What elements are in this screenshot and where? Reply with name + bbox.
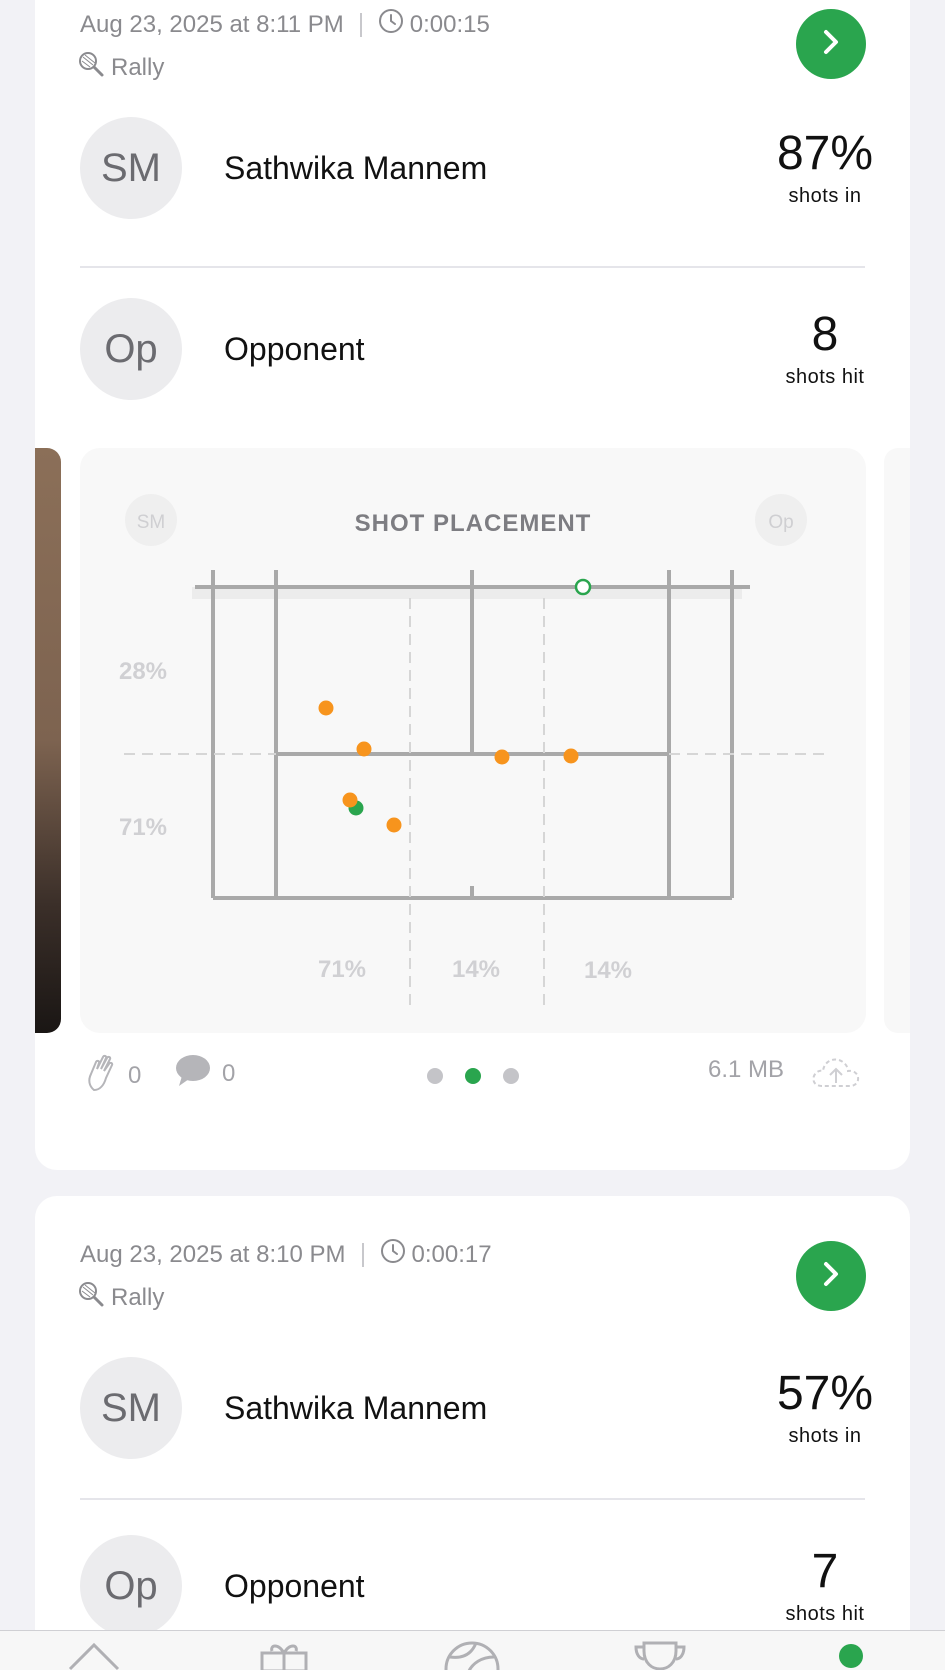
session-meta: Aug 23, 2025 at 8:10 PM 0:00:17 [80,1238,492,1271]
session-meta: Aug 23, 2025 at 8:11 PM 0:00:15 [80,8,490,41]
player-name: Sathwika Mannem [224,149,488,186]
comment-icon [174,1052,212,1095]
stat-label: shots in [788,184,862,207]
opponent-row[interactable]: Op Opponent 8 shots hit [80,297,865,401]
session-type: Rally [77,1280,164,1315]
session-type-label: Rally [111,1283,165,1311]
clap-count: 0 [128,1061,142,1089]
carousel-pager[interactable] [427,1068,519,1084]
pager-dot-active[interactable] [465,1068,481,1084]
clock-icon [380,1238,406,1271]
shot-marker [563,748,579,764]
serve-marker [574,578,592,596]
shot-marker [318,700,334,716]
open-session-button[interactable] [796,1241,866,1311]
next-slide-peek[interactable] [884,448,910,1033]
stat-value: 7 [811,1545,839,1599]
chevron-right-icon [816,1259,846,1294]
avatar: Op [80,1535,182,1637]
ball-icon[interactable] [442,1639,502,1670]
session-type-label: Rally [111,53,165,81]
shot-marker [494,749,510,765]
opponent-stat: 7 shots hit [765,1545,885,1626]
divider [80,1498,865,1500]
stat-value: 8 [811,308,839,362]
stat-label: shots hit [785,1602,865,1625]
placement-title: SHOT PLACEMENT [355,510,592,537]
lane-middle-pct: 14% [452,956,500,983]
comment-button[interactable]: 0 [174,1052,235,1095]
racket-icon [77,50,111,85]
depth-deep-pct: 28% [119,658,167,685]
opponent-badge-label: Op [768,512,793,533]
player-name: Sathwika Mannem [224,1389,488,1426]
opponent-row[interactable]: Op Opponent 7 shots hit [80,1534,865,1638]
player-stat: 57% shots in [765,1367,885,1448]
zone-dividers [124,598,825,1008]
clock-icon [378,8,404,41]
comment-count: 0 [222,1059,236,1087]
lane-right-pct: 14% [584,957,632,984]
trophy-icon[interactable] [632,1639,688,1670]
session-date: Aug 23, 2025 at 8:10 PM [80,1240,346,1268]
shot-markers [318,578,592,833]
shot-placement-panel[interactable]: SM Op SHOT PLACEMENT 28% 71% 71% 14% 14% [80,448,866,1033]
stat-label: shots in [788,1424,862,1447]
stat-value: 87% [776,127,874,181]
session-feed: Aug 23, 2025 at 8:11 PM 0:00:15 Rally SM… [0,0,945,1670]
meta-separator [361,1242,364,1267]
stat-label: shots hit [785,365,865,388]
clap-button[interactable]: 0 [86,1052,141,1099]
upload-button[interactable] [810,1052,862,1099]
session-date: Aug 23, 2025 at 8:11 PM [80,10,344,38]
opponent-stat: 8 shots hit [765,308,885,389]
gift-icon[interactable] [258,1639,310,1670]
session-duration: 0:00:15 [409,10,490,38]
lane-left-pct: 71% [318,956,366,983]
opponent-name: Opponent [224,1567,365,1604]
pager-dot[interactable] [427,1068,443,1084]
zone-percentages: 28% 71% 71% 14% 14% [119,658,632,984]
session-duration: 0:00:17 [411,1240,492,1268]
clap-icon [86,1052,120,1099]
session-type: Rally [77,50,164,85]
file-size: 6.1 MB [708,1056,785,1083]
player-row[interactable]: SM Sathwika Mannem 87% shots in [80,116,873,220]
shot-marker [386,817,402,833]
player-row[interactable]: SM Sathwika Mannem 57% shots in [80,1356,873,1460]
avatar: SM [80,1357,182,1459]
video-thumbnail[interactable] [35,448,61,1033]
profile-dot-icon[interactable] [838,1643,864,1670]
stat-value: 57% [776,1367,874,1421]
divider [80,266,865,268]
shot-marker [342,792,358,808]
tab-bar [0,1630,945,1670]
racket-icon [77,1280,111,1315]
player-badge-label: SM [137,512,166,533]
home-icon[interactable] [66,1639,122,1670]
avatar: Op [80,298,182,400]
player-stat: 87% shots in [765,127,885,208]
shot-marker [356,741,372,757]
open-session-button[interactable] [796,9,866,79]
avatar: SM [80,117,182,219]
meta-separator [359,12,362,37]
session-footer: 0 0 6.1 MB [82,1052,872,1100]
opponent-name: Opponent [224,330,365,367]
chevron-right-icon [816,27,846,62]
session-card[interactable]: Aug 23, 2025 at 8:10 PM 0:00:17 Rally SM… [35,1196,910,1670]
cloud-upload-icon [810,1052,862,1099]
depth-short-pct: 71% [119,814,167,841]
court-lines [195,570,750,900]
pager-dot[interactable] [503,1068,519,1084]
